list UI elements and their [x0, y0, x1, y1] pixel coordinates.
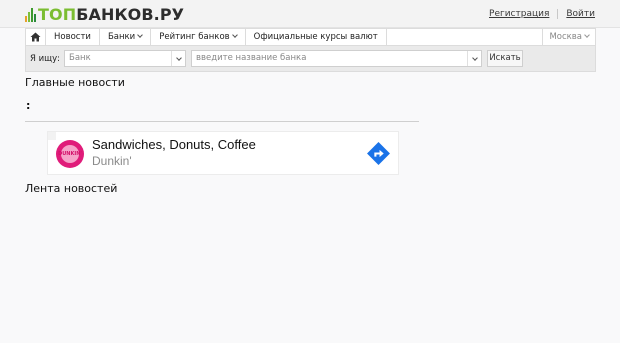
directions-icon[interactable] — [366, 141, 391, 166]
city-selector[interactable]: Москва — [542, 29, 595, 45]
ad-logo-text: DUNKIN' — [58, 150, 82, 157]
section-divider — [25, 121, 419, 122]
news-colon: : — [26, 99, 31, 112]
logo-text: ТОПБАНКОВ.РУ — [38, 5, 184, 24]
nav-item-rates-label: Официальные курсы валют — [253, 32, 378, 42]
ad-banner[interactable]: DUNKIN' Sandwiches, Donuts, Coffee Dunki… — [47, 131, 399, 175]
nav-item-news-label: Новости — [54, 32, 91, 42]
chevron-down-icon — [175, 54, 182, 61]
ad-advertiser: Dunkin' — [92, 154, 132, 168]
search-input[interactable]: введите название банка — [191, 50, 482, 67]
main-nav: Новости Банки Рейтинг банков Официальные… — [25, 28, 596, 46]
nav-item-rates[interactable]: Официальные курсы валют — [246, 29, 387, 45]
top-header: ТОПБАНКОВ.РУ Регистрация Войти — [0, 0, 620, 28]
chevron-down-icon — [137, 32, 144, 38]
search-placeholder: введите название банка — [196, 53, 307, 63]
nav-item-banks-label: Банки — [107, 32, 136, 42]
nav-item-rating-label: Рейтинг банков — [159, 32, 230, 42]
site-logo[interactable]: ТОПБАНКОВ.РУ — [25, 5, 184, 24]
logo-text-part2: БАНКОВ.РУ — [76, 5, 185, 24]
main-news-title: Главные новости — [25, 76, 125, 89]
search-query-dropdown[interactable] — [467, 51, 481, 66]
search-type-dropdown[interactable] — [171, 51, 185, 66]
chevron-down-icon — [471, 54, 478, 61]
search-bar: Я ищу: Банк введите название банка Искат… — [25, 46, 596, 72]
search-button[interactable]: Искать — [487, 50, 523, 67]
nav-home[interactable] — [26, 29, 46, 45]
logo-text-part1: ТОП — [38, 5, 77, 24]
search-type-select[interactable]: Банк — [64, 50, 186, 67]
chevron-down-icon — [231, 32, 238, 38]
nav-item-rating[interactable]: Рейтинг банков — [151, 29, 246, 45]
search-type-value: Банк — [69, 53, 91, 63]
home-icon — [30, 32, 41, 42]
auth-links: Регистрация Войти — [489, 9, 595, 19]
nav-item-news[interactable]: Новости — [46, 29, 100, 45]
nav-item-banks[interactable]: Банки — [100, 29, 152, 45]
chevron-down-icon — [584, 32, 590, 38]
dunkin-logo: DUNKIN' — [56, 140, 84, 168]
city-label: Москва — [549, 32, 582, 42]
ad-info-icon[interactable] — [48, 132, 56, 140]
auth-divider — [557, 9, 559, 19]
register-link[interactable]: Регистрация — [489, 9, 549, 19]
news-feed-title: Лента новостей — [25, 182, 118, 195]
bar-chart-icon — [25, 7, 36, 22]
login-link[interactable]: Войти — [566, 9, 595, 19]
ad-title[interactable]: Sandwiches, Donuts, Coffee — [92, 137, 256, 152]
search-label: Я ищу: — [30, 54, 61, 64]
